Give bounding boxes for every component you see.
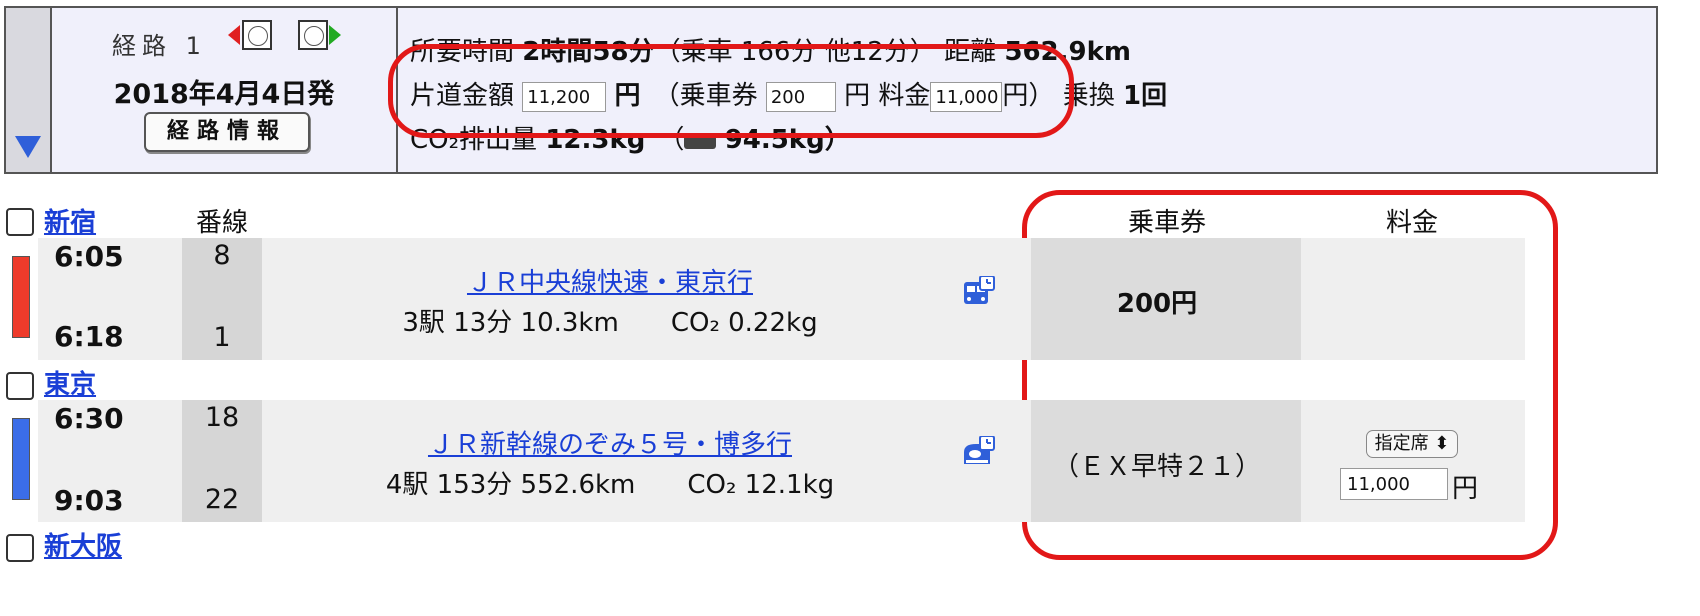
yen-label: 円 (1452, 474, 1479, 504)
station-checkbox[interactable] (6, 208, 34, 236)
route-box: 経路 1 2018年4月4日発 経路情報 (52, 8, 398, 172)
station-tokyo[interactable]: 東京 (44, 364, 96, 401)
line-color-bar (12, 418, 30, 500)
ticket-fare: 200円 (1116, 289, 1198, 319)
annotation-fare-highlight (388, 44, 1074, 138)
line-detail: 4駅 153分 552.6km CO₂ 12.1kg (385, 470, 835, 500)
fee-input[interactable]: 11,000 (1340, 468, 1448, 500)
prev-arrow-icon[interactable] (228, 25, 240, 45)
line-link[interactable]: ＪＲ新幹線のぞみ５号・博多行 (300, 424, 920, 461)
platform-to: 22 (204, 484, 240, 515)
line-color-bar (12, 256, 30, 338)
arrive-time: 9:03 (54, 484, 124, 517)
station-checkbox[interactable] (6, 534, 34, 562)
ticket-header: 乗車券 (1127, 208, 1206, 238)
route-date: 2018年4月4日発 (113, 79, 335, 110)
platform-from: 8 (213, 240, 231, 271)
ticket-fare: （ＥＸ早特２１） (1052, 452, 1261, 482)
depart-time: 6:05 (54, 240, 124, 273)
line-link[interactable]: ＪＲ中央線快速・東京行 (300, 262, 920, 299)
station-checkbox[interactable] (6, 372, 34, 400)
line-detail: 3駅 13分 10.3km CO₂ 0.22kg (402, 308, 818, 338)
platform-header: 番線 (195, 208, 248, 238)
route-info-button[interactable]: 経路情報 (144, 112, 310, 152)
next-clock-icon[interactable] (298, 20, 328, 50)
previous-clock-icon[interactable] (242, 20, 272, 50)
shinkansen-timetable-icon[interactable] (962, 436, 996, 472)
depart-time: 6:30 (54, 402, 124, 435)
arrive-time: 6:18 (54, 320, 124, 353)
train-timetable-icon[interactable] (962, 276, 996, 312)
collapse-toggle[interactable] (6, 8, 52, 172)
triangle-down-icon (15, 136, 41, 158)
next-arrow-icon[interactable] (329, 25, 341, 45)
fee-header: 料金 (1385, 208, 1438, 238)
seat-type-select[interactable]: 指定席 ⬍ (1366, 430, 1458, 458)
station-shin-osaka[interactable]: 新大阪 (44, 526, 122, 563)
station-shinjuku[interactable]: 新宿 (44, 202, 96, 239)
platform-to: 1 (213, 322, 231, 353)
platform-from: 18 (204, 402, 240, 433)
route-label: 経路 1 (112, 32, 207, 60)
